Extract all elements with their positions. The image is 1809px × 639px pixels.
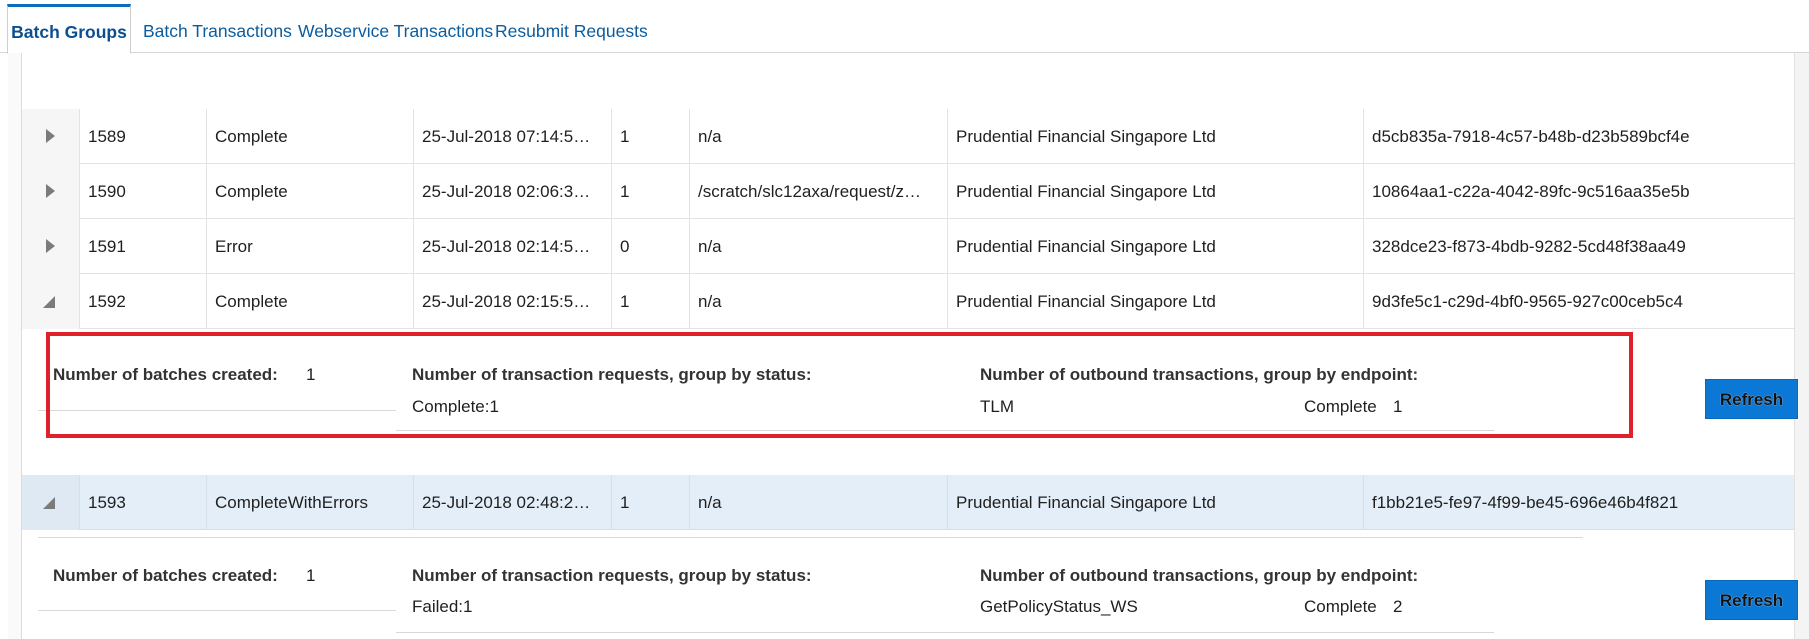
refresh-button[interactable]: Refresh (1705, 580, 1798, 620)
highlight-annotation-box (46, 332, 1633, 438)
transaction-requests-label: Number of transaction requests, group by… (412, 566, 812, 585)
triangle-expanded-icon (43, 497, 55, 509)
cell-path: n/a (690, 475, 948, 530)
table-row[interactable]: 1591 Error 25-Jul-2018 02:14:5… 0 n/a Pr… (22, 219, 1794, 274)
cell-status: CompleteWithErrors (207, 475, 414, 530)
triangle-expanded-icon (43, 296, 55, 308)
disclosure-toggle[interactable] (22, 109, 80, 164)
cell-uuid: 328dce23-f873-4bdb-9282-5cd48f38aa49 (1372, 237, 1686, 256)
cell-count: 1 (612, 274, 690, 329)
cell-company: Prudential Financial Singapore Ltd (948, 164, 1364, 219)
cell-uuid: 10864aa1-c22a-4042-89fc-9c516aa35e5b (1372, 182, 1690, 201)
tab-batch-transactions[interactable]: Batch Transactions (143, 4, 292, 54)
table-left-border (8, 53, 22, 639)
cell-path: n/a (690, 109, 948, 164)
cell-uuid: f1bb21e5-fe97-4f99-be45-696e46b4f821 (1372, 493, 1679, 512)
cell-id: 1593 (80, 475, 207, 530)
vertical-scrollbar[interactable] (1794, 53, 1809, 639)
divider (38, 610, 396, 611)
cell-company: Prudential Financial Singapore Ltd (948, 274, 1364, 329)
cell-company: Prudential Financial Singapore Ltd (948, 109, 1364, 164)
triangle-right-icon (46, 184, 55, 198)
disclosure-toggle[interactable] (22, 164, 80, 219)
table-row[interactable]: 1592 Complete 25-Jul-2018 02:15:5… 1 n/a… (22, 274, 1794, 329)
cell-date: 25-Jul-2018 02:06:3… (414, 164, 612, 219)
triangle-right-icon (46, 129, 55, 143)
tab-batch-groups[interactable]: Batch Groups (7, 4, 131, 54)
cell-status: Complete (207, 274, 414, 329)
disclosure-toggle[interactable] (22, 274, 80, 329)
tab-webservice-transactions[interactable]: Webservice Transactions (298, 4, 493, 54)
endpoint-status: Complete (1304, 597, 1377, 616)
disclosure-toggle[interactable] (22, 475, 80, 530)
outbound-transactions-label: Number of outbound transactions, group b… (980, 566, 1419, 585)
table-row[interactable]: 1590 Complete 25-Jul-2018 02:06:3… 1 /sc… (22, 164, 1794, 219)
cell-id: 1589 (80, 109, 207, 164)
disclosure-toggle[interactable] (22, 219, 80, 274)
cell-path: n/a (690, 274, 948, 329)
cell-id: 1591 (80, 219, 207, 274)
tab-bar: Batch Groups Batch Transactions Webservi… (0, 0, 1809, 54)
cell-status: Complete (207, 109, 414, 164)
cell-date: 25-Jul-2018 07:14:5… (414, 109, 612, 164)
batches-created-value: 1 (306, 566, 316, 585)
refresh-button[interactable]: Refresh (1705, 379, 1798, 419)
cell-uuid: 9d3fe5c1-c29d-4bf0-9565-927c00ceb5c4 (1372, 292, 1683, 311)
divider (396, 632, 964, 633)
cell-status: Complete (207, 164, 414, 219)
cell-count: 1 (612, 164, 690, 219)
divider (964, 632, 1494, 633)
cell-company: Prudential Financial Singapore Ltd (948, 475, 1364, 530)
cell-date: 25-Jul-2018 02:48:2… (414, 475, 612, 530)
cell-status: Error (207, 219, 414, 274)
batches-created-label: Number of batches created: (53, 566, 278, 585)
cell-id: 1590 (80, 164, 207, 219)
cell-date: 25-Jul-2018 02:14:5… (414, 219, 612, 274)
divider (38, 537, 1583, 538)
triangle-right-icon (46, 239, 55, 253)
cell-count: 0 (612, 219, 690, 274)
cell-count: 1 (612, 109, 690, 164)
cell-count: 1 (612, 475, 690, 530)
cell-company: Prudential Financial Singapore Ltd (948, 219, 1364, 274)
cell-id: 1592 (80, 274, 207, 329)
cell-path: n/a (690, 219, 948, 274)
table-row[interactable]: 1593 CompleteWithErrors 25-Jul-2018 02:4… (22, 475, 1794, 530)
cell-date: 25-Jul-2018 02:15:5… (414, 274, 612, 329)
cell-uuid: d5cb835a-7918-4c57-b48b-d23b589bcf4e (1372, 127, 1690, 146)
endpoint-name: GetPolicyStatus_WS (980, 597, 1138, 616)
table-row[interactable]: 1589 Complete 25-Jul-2018 07:14:5… 1 n/a… (22, 109, 1794, 164)
transaction-requests-value: Failed:1 (412, 597, 473, 616)
endpoint-count: 2 (1393, 597, 1403, 616)
tab-resubmit-requests[interactable]: Resubmit Requests (495, 4, 648, 54)
cell-path: /scratch/slc12axa/request/z… (690, 164, 948, 219)
